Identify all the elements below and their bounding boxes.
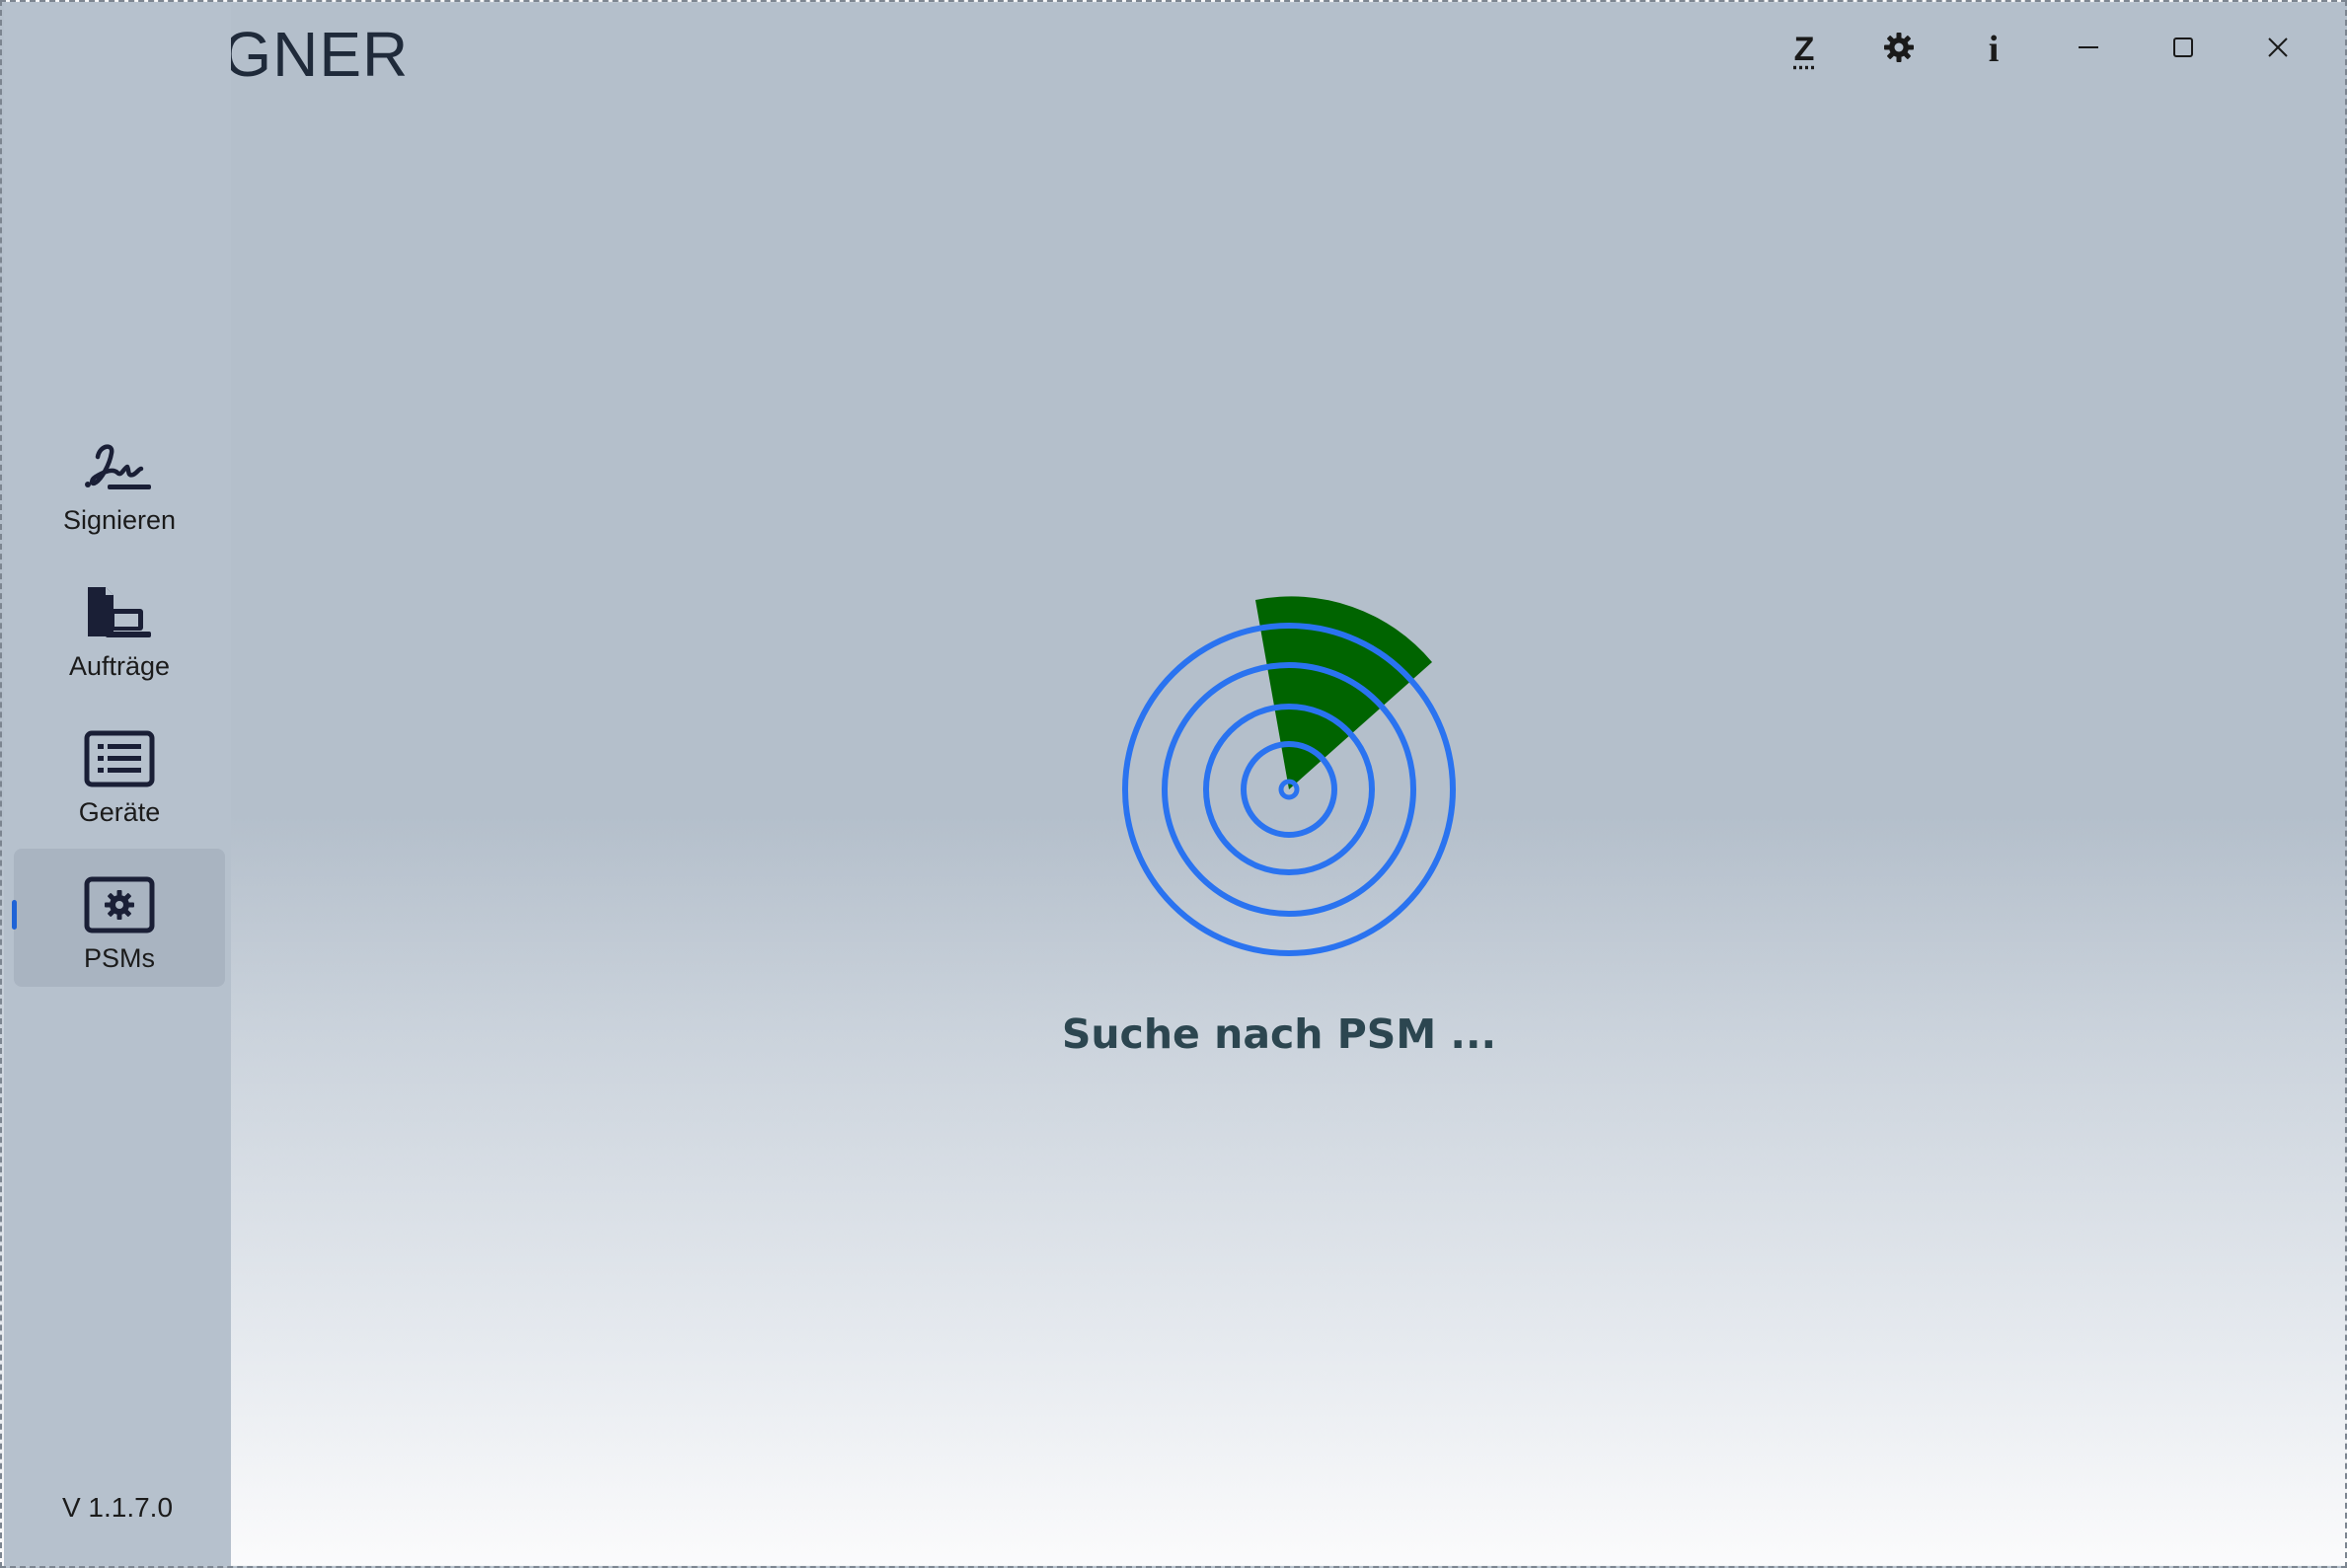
psm-gear-icon	[81, 870, 158, 939]
minimize-button[interactable]	[2041, 20, 2136, 79]
sidebar-item-label: Geräte	[78, 797, 161, 827]
close-button[interactable]	[2231, 20, 2325, 79]
sidebar-item-auftraege[interactable]: Aufträge	[14, 557, 225, 695]
close-icon	[2266, 36, 2290, 63]
maximize-button[interactable]	[2136, 20, 2231, 79]
app-version: V 1.1.7.0	[61, 1492, 174, 1523]
settings-button[interactable]	[1852, 20, 1946, 79]
sidebar-item-geraete[interactable]: Geräte	[14, 703, 225, 841]
info-button[interactable]: i	[1946, 20, 2041, 79]
z-button[interactable]: Z	[1757, 20, 1852, 79]
titlebar-buttons: Z i	[1757, 20, 2325, 79]
gear-icon	[1883, 32, 1915, 67]
radar-icon	[1115, 596, 1461, 971]
sidebar: Signieren Aufträge Geräte PSMs V 1.1.7.0	[4, 2, 231, 1566]
maximize-icon	[2171, 36, 2195, 63]
z-icon: Z	[1793, 31, 1815, 68]
sidebar-item-label: Aufträge	[68, 651, 171, 681]
signature-icon	[81, 432, 158, 501]
sidebar-item-label: PSMs	[83, 943, 155, 973]
sidebar-item-signieren[interactable]: Signieren	[14, 411, 225, 549]
sidebar-item-label: Signieren	[62, 505, 177, 535]
device-list-icon	[81, 724, 158, 793]
search-status-text: Suche nach PSM ...	[1061, 1010, 1497, 1058]
app-window: ITSIGNER Z	[0, 0, 2347, 1568]
active-indicator	[12, 900, 17, 930]
info-icon: i	[1988, 29, 2000, 70]
jobs-icon	[81, 578, 158, 647]
minimize-icon	[2077, 36, 2100, 63]
sidebar-item-psms[interactable]: PSMs	[12, 849, 225, 987]
